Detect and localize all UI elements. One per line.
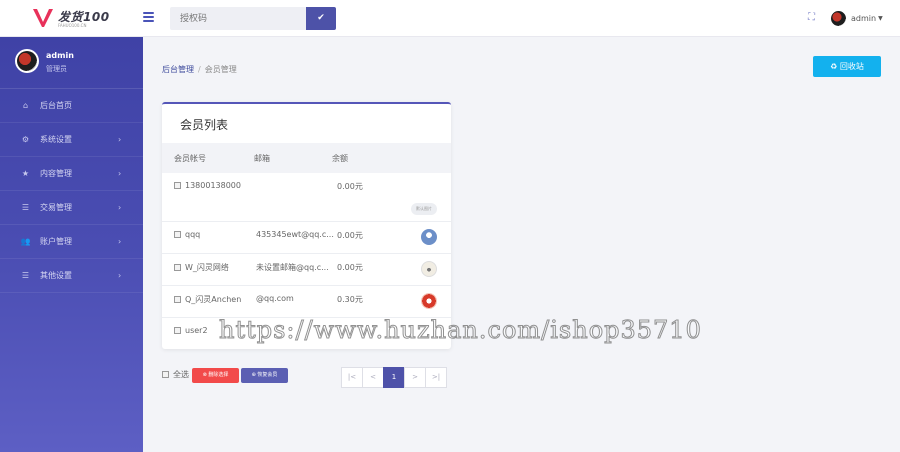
star-icon: ★ [21,169,30,178]
pagination: |< < 1 > >| [341,367,447,388]
fullscreen-icon[interactable]: ⛶ [806,12,817,23]
delete-icon: ⊗ [202,372,207,378]
row-account: 13800138000 [185,181,241,190]
page-next-button[interactable]: > [404,367,426,388]
card-title: 会员列表 [180,118,229,132]
breadcrumb-current: 会员管理 [204,65,237,74]
table-row: Q_闪灵Anchen @qq.com 0.30元 [162,286,451,318]
menu-toggle-icon[interactable] [143,12,154,22]
sidebar-item-content[interactable]: ★ 内容管理 › [0,157,143,191]
delete-selected-button[interactable]: ⊗ 删除选择 [192,368,239,383]
user-name: admin [851,13,877,23]
recycle-bin-label: 回收站 [839,62,864,71]
select-all-checkbox[interactable] [162,371,169,378]
row-email: 未设置邮箱@qq.c... [256,263,329,272]
row-email: @qq.com [256,294,294,303]
table-header: 会员帐号 邮箱 余额 [162,143,451,173]
breadcrumb-root[interactable]: 后台管理 [162,65,194,74]
column-account: 会员帐号 [174,154,206,163]
default-image-button[interactable]: 默认图片 [411,203,437,215]
caret-down-icon: ▼ [878,14,883,22]
member-list-card: 会员列表 会员帐号 邮箱 余额 13800138000 0.00元 默认图片 q… [162,102,451,349]
row-balance: 0.00元 [337,231,363,240]
chevron-right-icon: › [118,169,122,178]
row-email: 435345ewt@qq.c... [256,230,334,239]
user-menu[interactable]: admin ▼ [831,10,883,26]
logo-subtext: FAHUO100.CN [58,23,87,28]
logo-mark-icon [33,9,53,27]
chevron-right-icon: › [118,135,122,144]
logo[interactable]: 发货100 FAHUO100.CN [32,7,122,31]
column-balance: 余额 [332,154,348,163]
row-checkbox[interactable] [174,327,181,334]
sidebar-item-label: 内容管理 [40,169,72,178]
breadcrumb-separator: / [198,65,201,74]
row-checkbox[interactable] [174,296,181,303]
sidebar: admin 管理员 ⌂ 后台首页 ⚙ 系统设置 › ★ 内容管理 › ☰ 交易管… [0,37,143,452]
recycle-bin-button[interactable]: ♻ 回收站 [813,56,881,77]
sidebar-item-system-settings[interactable]: ⚙ 系统设置 › [0,123,143,157]
sidebar-item-label: 其他设置 [40,271,72,280]
check-icon: ✔ [317,13,325,23]
row-balance: 0.30元 [337,295,363,304]
restore-icon: ⊕ [251,372,256,378]
gear-icon: ⚙ [21,135,30,144]
row-avatar[interactable] [421,229,437,245]
page-current-button[interactable]: 1 [383,367,405,388]
page-first-button[interactable]: |< [341,367,363,388]
search-button[interactable]: ✔ [306,7,336,30]
home-icon: ⌂ [22,101,29,110]
page-prev-button[interactable]: < [362,367,384,388]
column-email: 邮箱 [254,154,270,163]
sidebar-nav: ⌂ 后台首页 ⚙ 系统设置 › ★ 内容管理 › ☰ 交易管理 › 👥 账户管理… [0,89,143,293]
row-avatar[interactable] [421,261,437,277]
row-avatar[interactable] [421,293,437,309]
recycle-icon: ♻ [830,62,838,71]
table-row: 13800138000 0.00元 默认图片 [162,173,451,222]
row-account: qqq [185,230,201,239]
row-account: user2 [185,326,208,335]
table-row: user2 [162,318,451,349]
delete-selected-label: 删除选择 [208,372,229,378]
chevron-right-icon: › [118,203,122,212]
sidebar-avatar [15,49,39,73]
restore-members-label: 恢复会员 [257,372,278,378]
row-account: Q_闪灵Anchen [185,295,242,304]
row-checkbox[interactable] [174,264,181,271]
top-header: 发货100 FAHUO100.CN ✔ ⛶ admin ▼ [0,0,900,37]
row-balance: 0.00元 [337,182,363,191]
sidebar-item-accounts[interactable]: 👥 账户管理 › [0,225,143,259]
sidebar-item-label: 系统设置 [40,135,72,144]
sidebar-user-name: admin [46,51,74,60]
table-row: qqq 435345ewt@qq.c... 0.00元 [162,222,451,254]
sidebar-user: admin 管理员 [0,37,143,89]
breadcrumb: 后台管理 / 会员管理 [162,64,237,75]
sidebar-item-other[interactable]: ☰ 其他设置 › [0,259,143,293]
list-icon: ☰ [21,203,30,212]
row-account: W_闪灵网络 [185,263,229,272]
page-last-button[interactable]: >| [425,367,447,388]
sidebar-item-trade[interactable]: ☰ 交易管理 › [0,191,143,225]
chevron-right-icon: › [118,271,122,280]
search-input[interactable] [170,7,306,30]
row-checkbox[interactable] [174,182,181,189]
sidebar-item-label: 账户管理 [40,237,72,246]
table-row: W_闪灵网络 未设置邮箱@qq.c... 0.00元 [162,254,451,286]
chevron-right-icon: › [118,237,122,246]
avatar [831,10,846,26]
row-checkbox[interactable] [174,231,181,238]
users-icon: 👥 [20,237,31,246]
select-all-label: 全选 [173,370,189,379]
sidebar-item-label: 交易管理 [40,203,72,212]
list-icon: ☰ [21,271,30,280]
sidebar-item-label: 后台首页 [40,101,72,110]
select-all[interactable]: 全选 [162,369,189,380]
restore-members-button[interactable]: ⊕ 恢复会员 [241,368,288,383]
row-balance: 0.00元 [337,263,363,272]
sidebar-item-home[interactable]: ⌂ 后台首页 [0,89,143,123]
sidebar-user-role: 管理员 [46,65,67,73]
